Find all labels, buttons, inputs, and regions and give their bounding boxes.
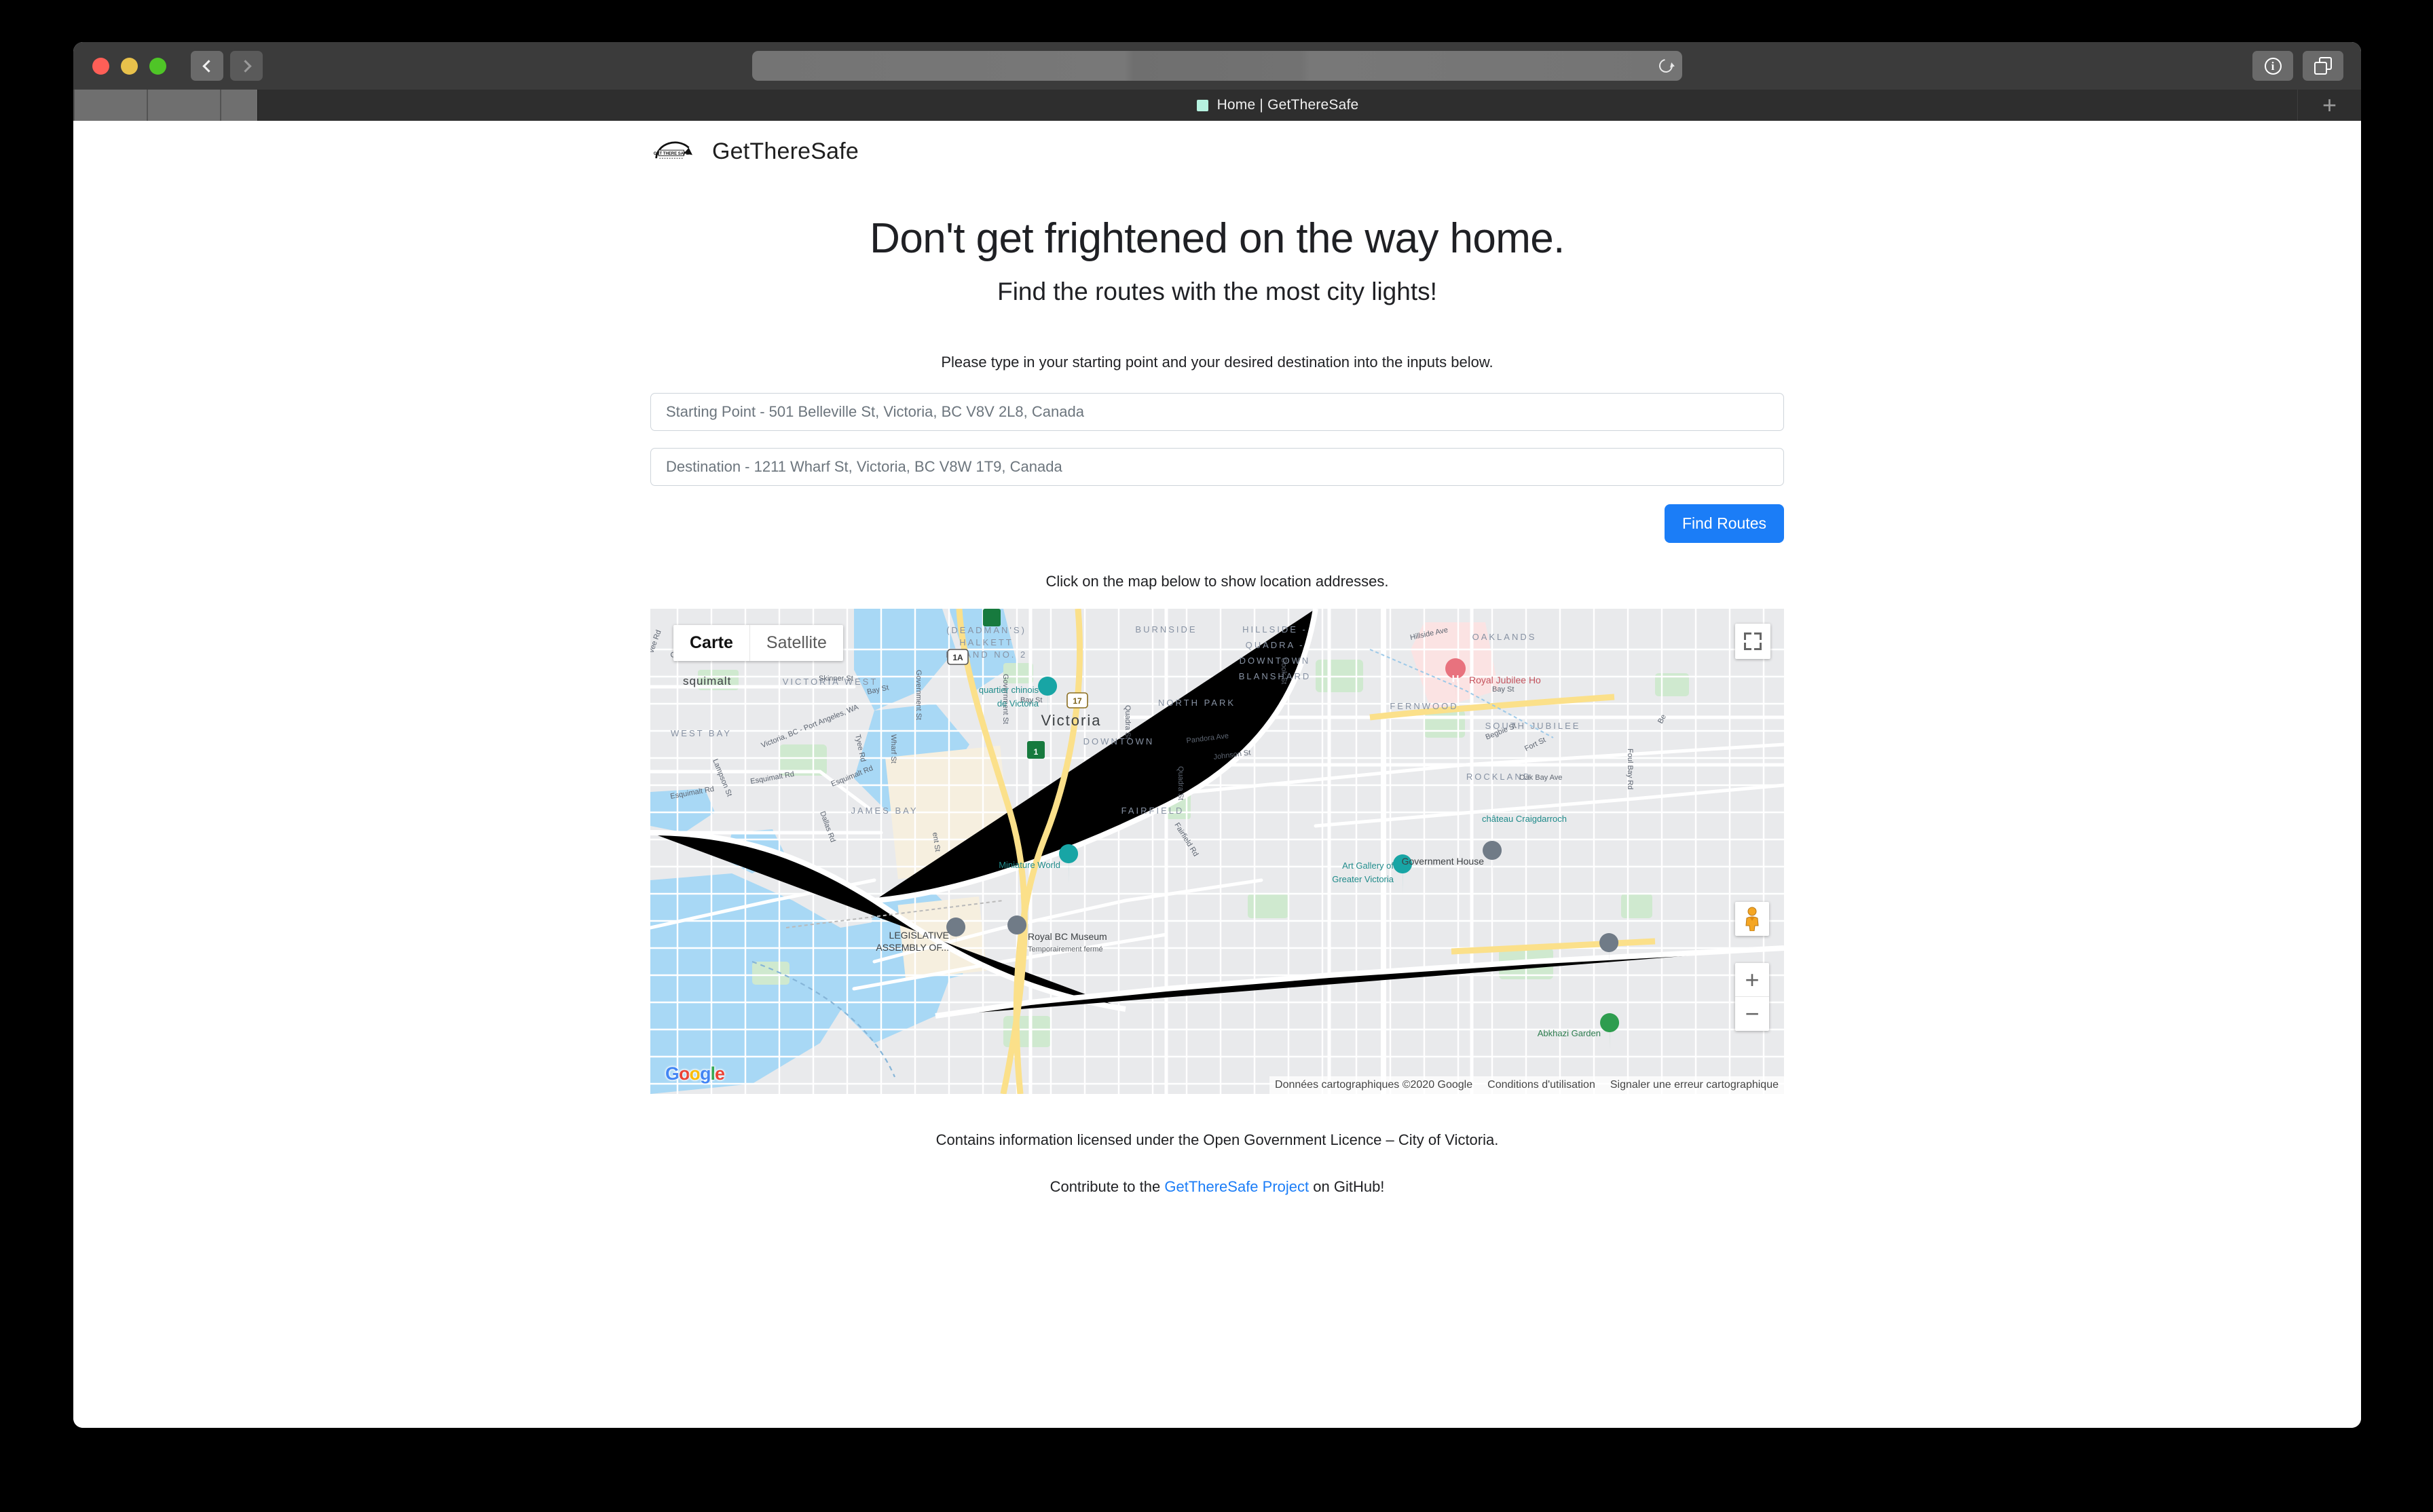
street-view-pegman-button[interactable] (1735, 902, 1769, 936)
map-type-satellite-button[interactable]: Satellite (749, 625, 843, 661)
find-routes-button[interactable]: Find Routes (1664, 504, 1784, 543)
page-title: Don't get frightened on the way home. (870, 215, 1565, 262)
toolbar-right-buttons: i (2252, 51, 2343, 81)
chevron-left-icon (202, 59, 215, 73)
map-attribution: Données cartographiques ©2020 Google Con… (1269, 1076, 1784, 1094)
maximize-window-button[interactable] (149, 57, 166, 75)
map-instructions: Click on the map below to show location … (1045, 573, 1389, 590)
page-content: GET THERE SAFE GetThereSafe Don't get fr… (73, 121, 2361, 1428)
minimize-window-button[interactable] (121, 57, 138, 75)
starting-point-input[interactable]: Starting Point - 501 Belleville St, Vict… (650, 393, 1784, 431)
chevron-right-icon (238, 59, 252, 73)
contribute-prefix: Contribute to the (1050, 1178, 1165, 1195)
bookmark-strip[interactable] (73, 90, 258, 121)
map-type-carte-button[interactable]: Carte (673, 625, 749, 661)
active-tab[interactable]: Home | GetThereSafe (258, 90, 2297, 121)
navigation-buttons (191, 51, 263, 81)
tab-title: Home | GetThereSafe (1216, 97, 1359, 113)
get-there-safe-logo-icon: GET THERE SAFE (654, 141, 692, 159)
new-tab-button[interactable]: + (2297, 90, 2361, 121)
github-project-link[interactable]: GetThereSafe Project (1164, 1178, 1309, 1195)
window-controls (92, 57, 166, 75)
map-controls: Carte Satellite + − Google Données carto… (650, 609, 1784, 1094)
fullscreen-button[interactable] (1735, 624, 1770, 659)
browser-window: i Home | GetThereSafe + GET THERE SAFE G… (73, 42, 2361, 1428)
address-bar[interactable] (752, 51, 1682, 81)
close-window-button[interactable] (92, 57, 109, 75)
contribute-notice: Contribute to the GetThereSafe Project o… (73, 1178, 2361, 1196)
contribute-suffix: on GitHub! (1309, 1178, 1385, 1195)
brand-name: GetThereSafe (712, 138, 859, 164)
tab-overview-button[interactable] (2303, 51, 2343, 81)
report-error-link[interactable]: Signaler une erreur cartographique (1610, 1079, 1779, 1091)
map-container[interactable]: .rd{stroke:#ffffff;fill:none;stroke-line… (650, 609, 1784, 1094)
destination-input[interactable]: Destination - 1211 Wharf St, Victoria, B… (650, 448, 1784, 486)
favicon-icon (1196, 99, 1208, 111)
tab-overview-icon (2314, 57, 2332, 75)
form-instructions: Please type in your starting point and y… (941, 354, 1493, 371)
page-info-button[interactable]: i (2252, 51, 2293, 81)
form-actions: Find Routes (650, 504, 1784, 543)
tab-bar: Home | GetThereSafe + (73, 90, 2361, 121)
licence-notice: Contains information licensed under the … (935, 1131, 1499, 1148)
pegman-icon (1745, 907, 1759, 931)
fullscreen-icon (1744, 632, 1751, 640)
svg-text:GET THERE SAFE: GET THERE SAFE (654, 152, 689, 156)
map-type-switcher: Carte Satellite (673, 625, 843, 661)
google-logo[interactable]: Google (665, 1063, 725, 1084)
map-data-credit: Données cartographiques ©2020 Google (1275, 1079, 1473, 1091)
route-form: Starting Point - 501 Belleville St, Vict… (650, 393, 1784, 543)
forward-button[interactable] (230, 51, 263, 81)
terms-link[interactable]: Conditions d'utilisation (1487, 1079, 1595, 1091)
info-icon: i (2264, 57, 2282, 75)
reload-icon[interactable] (1656, 56, 1675, 75)
back-button[interactable] (191, 51, 223, 81)
zoom-in-button[interactable]: + (1735, 963, 1769, 997)
map-zoom-controls: + − (1735, 963, 1769, 1031)
zoom-out-button[interactable]: − (1735, 997, 1769, 1031)
page-subtitle: Find the routes with the most city light… (997, 278, 1437, 305)
site-brand[interactable]: GET THERE SAFE GetThereSafe (654, 137, 2361, 166)
browser-toolbar: i (73, 42, 2361, 90)
